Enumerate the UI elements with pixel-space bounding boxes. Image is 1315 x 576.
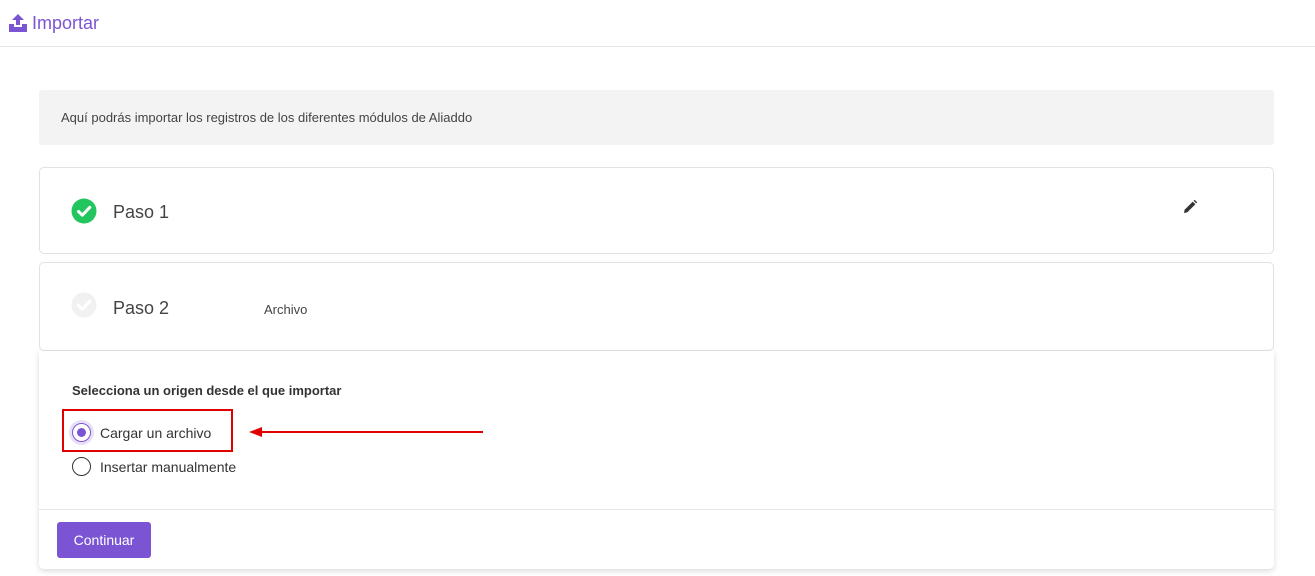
page-header: Importar — [0, 0, 1315, 47]
radio-button-unchecked[interactable] — [72, 457, 91, 476]
step-2-sublabel: Archivo — [264, 302, 308, 317]
check-circle-icon — [71, 292, 97, 318]
continue-button[interactable]: Continuar — [57, 522, 151, 558]
panel-divider — [39, 509, 1274, 510]
info-banner: Aquí podrás importar los registros de lo… — [39, 90, 1274, 145]
source-question: Selecciona un origen desde el que import… — [72, 383, 342, 398]
step-2-card[interactable]: Paso 2 Archivo — [39, 262, 1274, 351]
annotation-arrow — [249, 427, 483, 437]
annotation-highlight-box — [62, 409, 233, 452]
import-source-panel: Selecciona un origen desde el que import… — [39, 351, 1274, 569]
page-title: Importar — [32, 12, 100, 33]
radio-option-manual-insert[interactable]: Insertar manualmente — [72, 457, 236, 476]
radio-label-manual-insert: Insertar manualmente — [100, 458, 237, 475]
step-2-label: Paso 2 — [113, 298, 170, 318]
upload-icon — [9, 14, 27, 32]
pencil-icon[interactable] — [1182, 199, 1198, 215]
check-circle-icon — [71, 198, 97, 224]
step-1-card[interactable]: Paso 1 — [39, 167, 1274, 254]
info-text: Aquí podrás importar los registros de lo… — [61, 110, 473, 125]
step-1-label: Paso 1 — [113, 202, 170, 222]
